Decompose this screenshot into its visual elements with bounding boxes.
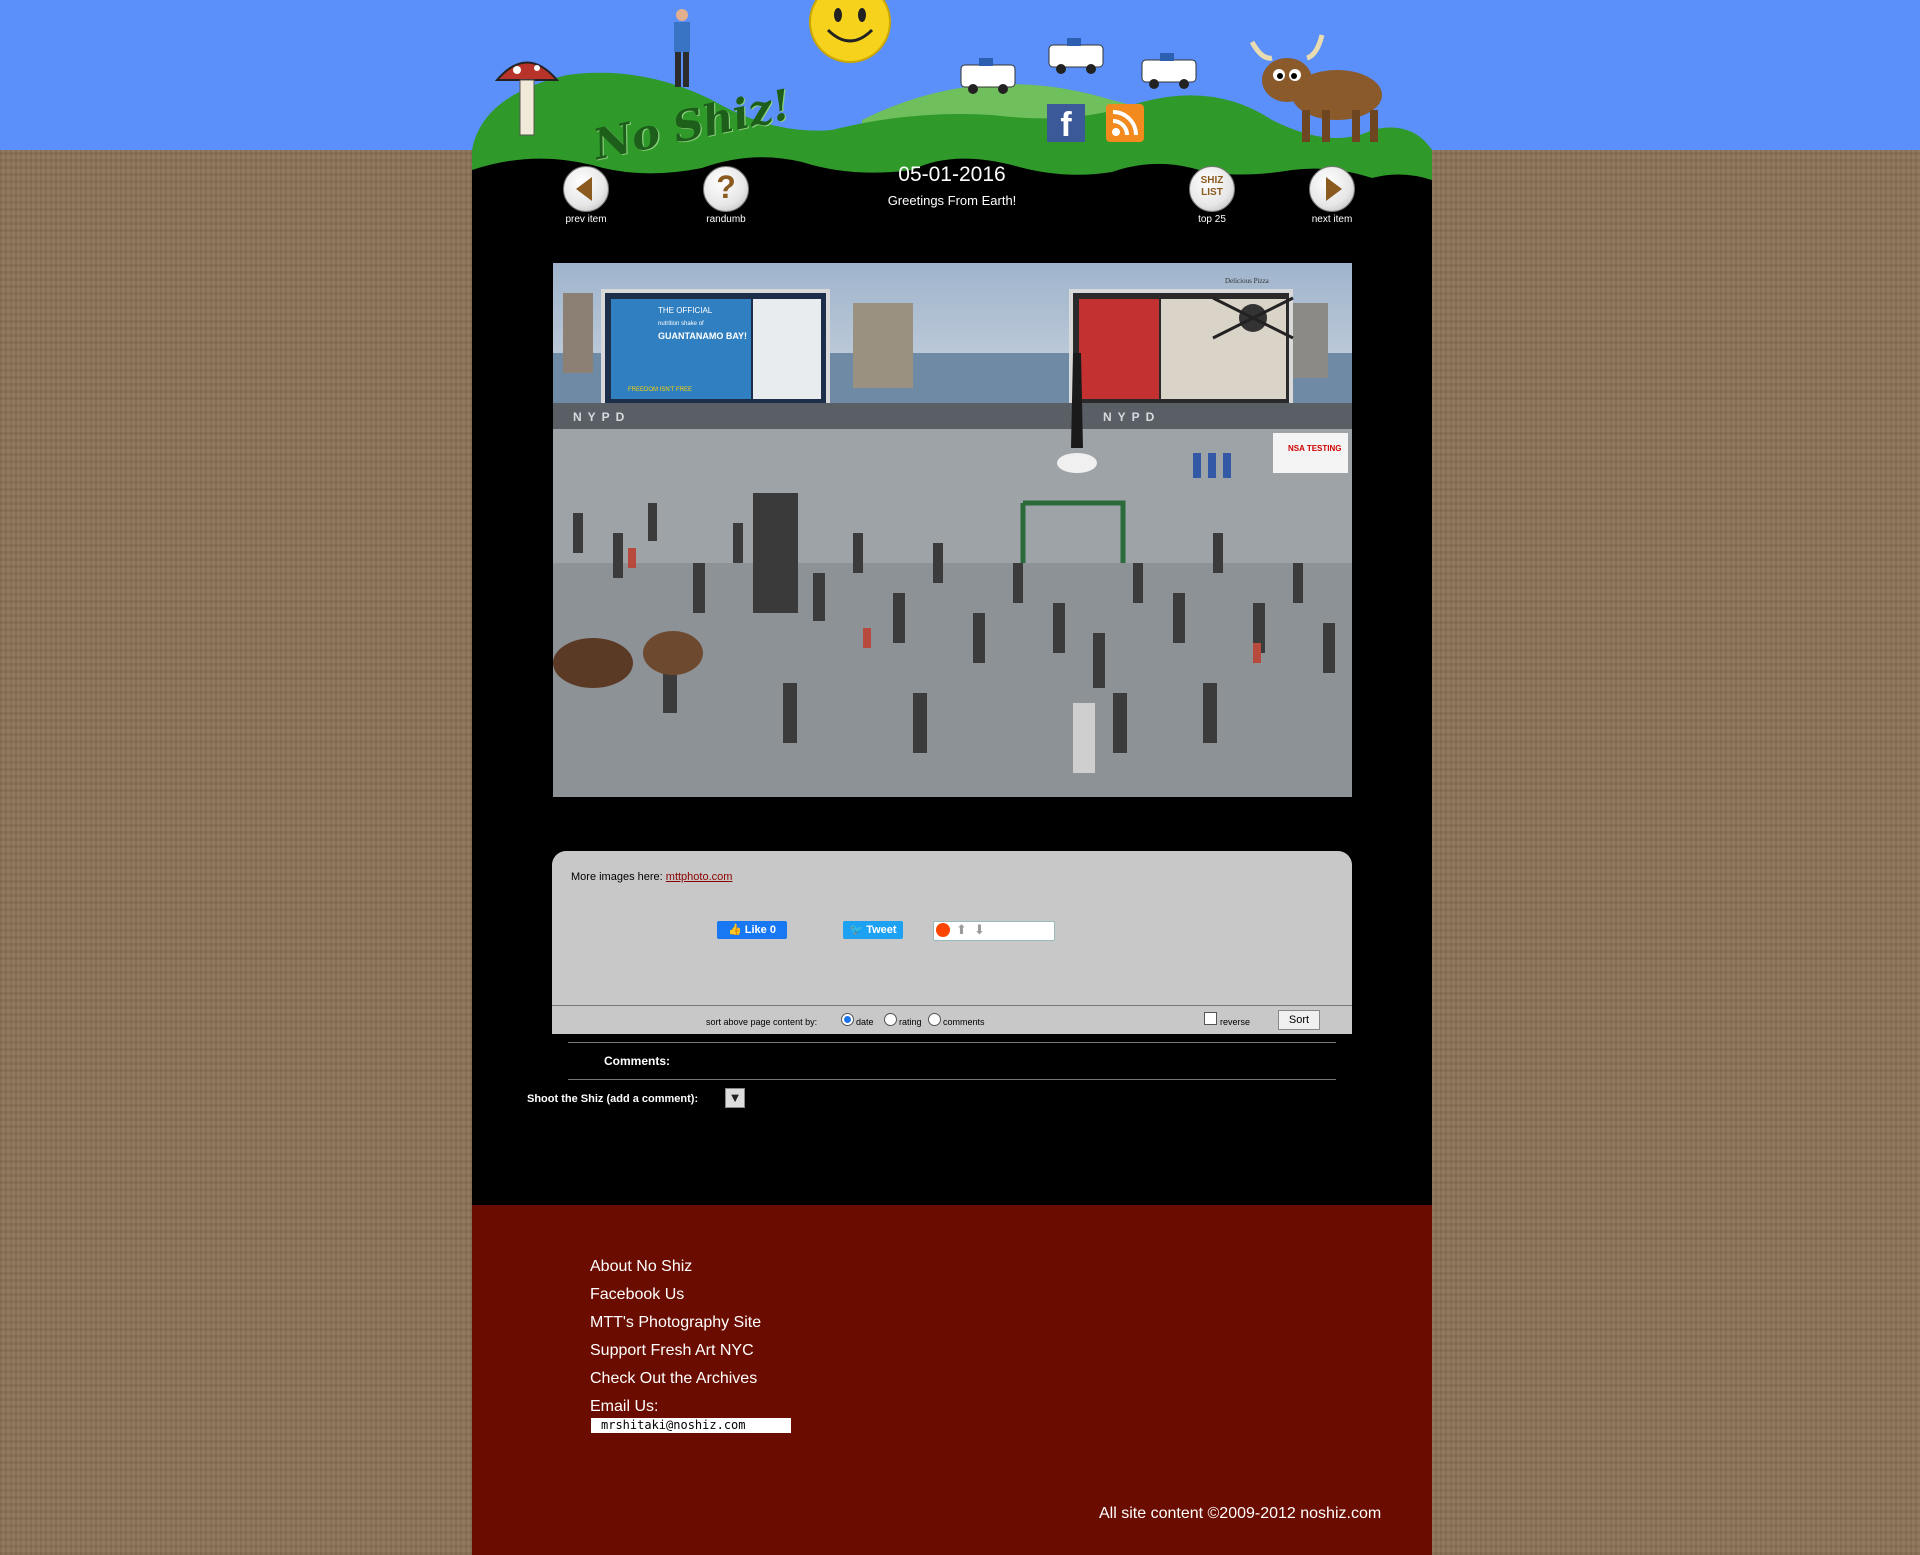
sort-button[interactable]: Sort (1278, 1010, 1320, 1030)
reverse-label: reverse (1220, 1017, 1251, 1027)
email-label: Email Us: (590, 1398, 659, 1415)
nypd-text: NYPD (573, 410, 630, 424)
more-images-link[interactable]: mttphoto.com (666, 871, 733, 883)
nypd-text: NYPD (1103, 410, 1160, 424)
prev-item-label: prev item (565, 214, 607, 225)
police-van-icon (1141, 53, 1197, 89)
tweet-button[interactable]: 🐦 Tweet (843, 921, 903, 939)
add-comment-toggle[interactable]: ▼ (725, 1088, 745, 1108)
post-image: THE OFFICIAL nutrition shake of GUANTANA… (553, 263, 1352, 797)
sort-comments-radio[interactable] (928, 1013, 941, 1026)
reddit-icon (936, 923, 950, 937)
next-item-label: next item (1311, 214, 1353, 225)
footer-link-archives[interactable]: Check Out the Archives (590, 1370, 757, 1388)
sort-date-radio[interactable] (841, 1013, 854, 1026)
standing-man-icon (674, 9, 690, 87)
like-label: Like 0 (744, 924, 776, 936)
footer-link-photography[interactable]: MTT's Photography Site (590, 1314, 761, 1332)
billboard-left-foot: FREEDOM ISN'T FREE (628, 387, 692, 393)
mushroom-icon (494, 61, 560, 136)
billboard-left-sub: nutrition shake of (658, 321, 704, 327)
footer-link-about[interactable]: About No Shiz (590, 1258, 692, 1276)
question-mark-icon: ? (716, 169, 736, 205)
share-panel: More images here: mttphoto.com 👍 Like 0 … (552, 851, 1352, 1005)
prev-item-button[interactable]: prev item (556, 166, 616, 225)
shiz-list-badge: SHIZ LIST (1200, 175, 1224, 198)
sort-label: sort above page content by: (706, 1017, 818, 1027)
thumbs-up-icon: 👍 (728, 924, 742, 936)
header-banner: No Shiz! f (472, 0, 1432, 180)
sort-comments-label: comments (943, 1017, 985, 1027)
footer-link-facebook[interactable]: Facebook Us (590, 1286, 684, 1304)
reverse-checkbox[interactable] (1204, 1012, 1217, 1025)
downvote-icon[interactable]: ⬇ (974, 922, 985, 938)
tweet-label: Tweet (866, 924, 897, 936)
email-address: mrshitaki@noshiz.com (591, 1418, 791, 1433)
divider (568, 1079, 1336, 1080)
rss-icon[interactable] (1106, 104, 1144, 142)
billboard-left-title: THE OFFICIAL (658, 306, 713, 315)
facebook-icon[interactable]: f (1047, 104, 1085, 144)
post-title: Greetings From Earth! (887, 193, 1017, 208)
next-item-button[interactable]: next item (1302, 166, 1362, 225)
billboard-left-big: GUANTANAMO BAY! (658, 331, 747, 341)
nsa-sign: NSA TESTING (1288, 444, 1341, 453)
police-van-icon (1048, 38, 1104, 74)
sort-rating-label: rating (899, 1017, 922, 1027)
sort-bar: sort above page content by: date rating … (552, 1005, 1352, 1034)
copyright: All site content ©2009-2012 noshiz.com (1099, 1505, 1382, 1522)
main-column: No Shiz! f prev item ? randumb SHIZ LIST… (472, 0, 1432, 1555)
comments-heading: Comments: (604, 1054, 671, 1068)
upvote-icon[interactable]: ⬆ (956, 922, 967, 938)
divider (568, 1042, 1336, 1043)
pizza-sign: Delicious Pizza (1225, 277, 1270, 285)
facebook-like-button[interactable]: 👍 Like 0 (717, 921, 787, 939)
twitter-bird-icon: 🐦 (849, 924, 864, 936)
footer-link-support[interactable]: Support Fresh Art NYC (590, 1342, 754, 1360)
top-25-label: top 25 (1198, 214, 1226, 225)
reddit-vote-widget[interactable]: ⬆ ⬇ (933, 921, 1055, 941)
random-button[interactable]: ? randumb (696, 166, 756, 225)
police-van-icon (960, 58, 1016, 94)
smiley-sun-icon (809, 0, 891, 63)
sort-rating-radio[interactable] (884, 1013, 897, 1026)
add-comment-label: Shoot the Shiz (add a comment): (527, 1093, 699, 1105)
bull-icon (1249, 34, 1382, 142)
more-images-prefix: More images here: (571, 871, 663, 883)
sort-date-label: date (856, 1017, 874, 1027)
post-date: 05-01-2016 (898, 163, 1006, 186)
top-25-button[interactable]: SHIZ LIST top 25 (1182, 166, 1242, 225)
more-images-text: More images here: mttphoto.com (571, 871, 732, 883)
random-label: randumb (706, 214, 746, 225)
